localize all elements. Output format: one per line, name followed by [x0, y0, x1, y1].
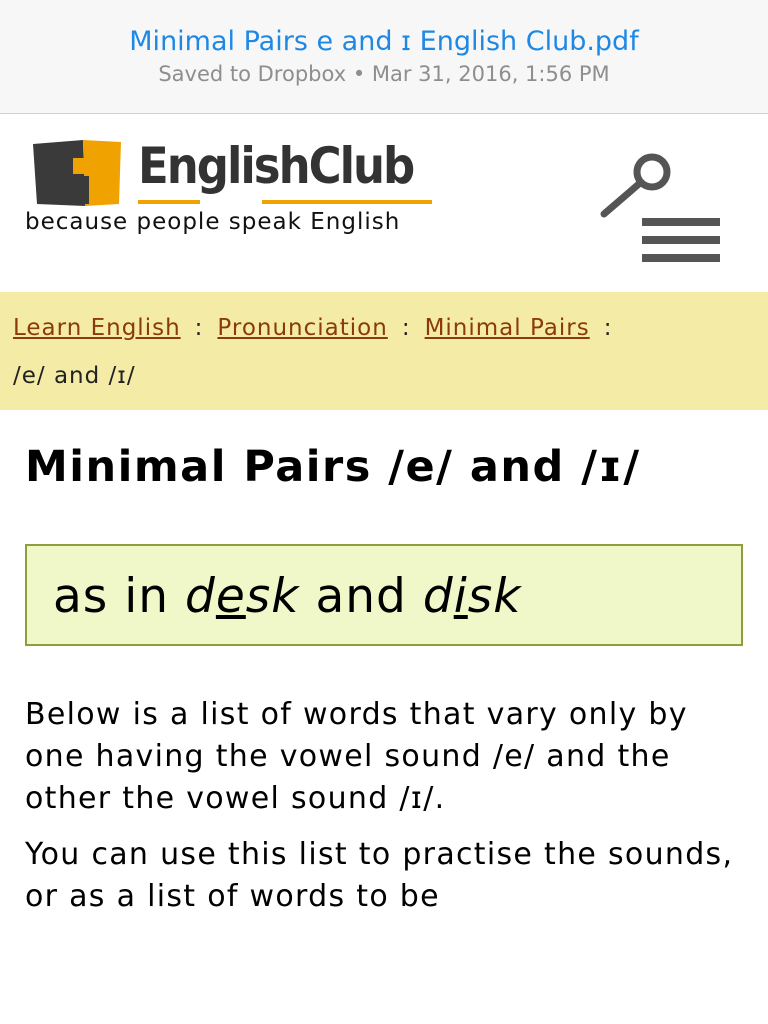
hamburger-menu-icon[interactable]: [642, 218, 722, 274]
breadcrumb-link-minimal-pairs[interactable]: Minimal Pairs: [425, 315, 590, 341]
example-box: as in desk and disk: [25, 544, 743, 646]
saved-time: Mar 31, 2016, 1:56 PM: [371, 62, 610, 86]
breadcrumb-current: /e/ and /ɪ/: [13, 363, 136, 389]
main-content: Minimal Pairs /e/ and /ɪ/ as in desk and…: [0, 440, 768, 918]
menu-bar: [642, 254, 720, 262]
example-prefix: as in: [53, 569, 170, 624]
intro-paragraph: Below is a list of words that vary only …: [25, 697, 688, 816]
logo-wordmark: EnglishClub: [138, 137, 415, 195]
tagline: because people speak English: [25, 209, 401, 235]
logo-underline-1: [138, 200, 200, 204]
example-conjunction: and: [315, 569, 407, 624]
breadcrumb-link-learn-english[interactable]: Learn English: [13, 315, 181, 341]
saved-location: Saved to Dropbox: [158, 62, 347, 86]
document-save-status: Saved to Dropbox • Mar 31, 2016, 1:56 PM: [0, 60, 768, 88]
menu-bar: [642, 236, 720, 244]
page-title: Minimal Pairs /e/ and /ɪ/: [25, 442, 641, 492]
example-word-desk: desk: [185, 569, 300, 624]
pdf-viewer-header: Minimal Pairs e and ɪ English Club.pdf S…: [0, 0, 768, 114]
logo-mark-icon: [33, 140, 121, 206]
usage-paragraph: You can use this list to practise the so…: [25, 837, 734, 914]
breadcrumb-separator: :: [401, 315, 411, 341]
menu-bar: [642, 218, 720, 226]
example-word-disk: disk: [422, 569, 522, 624]
breadcrumb-separator: :: [603, 315, 613, 341]
breadcrumb: Learn English: Pronunciation: Minimal Pair…: [0, 292, 768, 410]
search-icon[interactable]: [598, 152, 680, 222]
breadcrumb-separator: :: [194, 315, 204, 341]
site-header: EnglishClub because people speak English: [0, 114, 768, 292]
separator-dot: •: [352, 62, 366, 86]
breadcrumb-link-pronunciation[interactable]: Pronunciation: [217, 315, 387, 341]
logo-underline-2: [262, 200, 432, 204]
document-title[interactable]: Minimal Pairs e and ɪ English Club.pdf: [0, 26, 768, 58]
